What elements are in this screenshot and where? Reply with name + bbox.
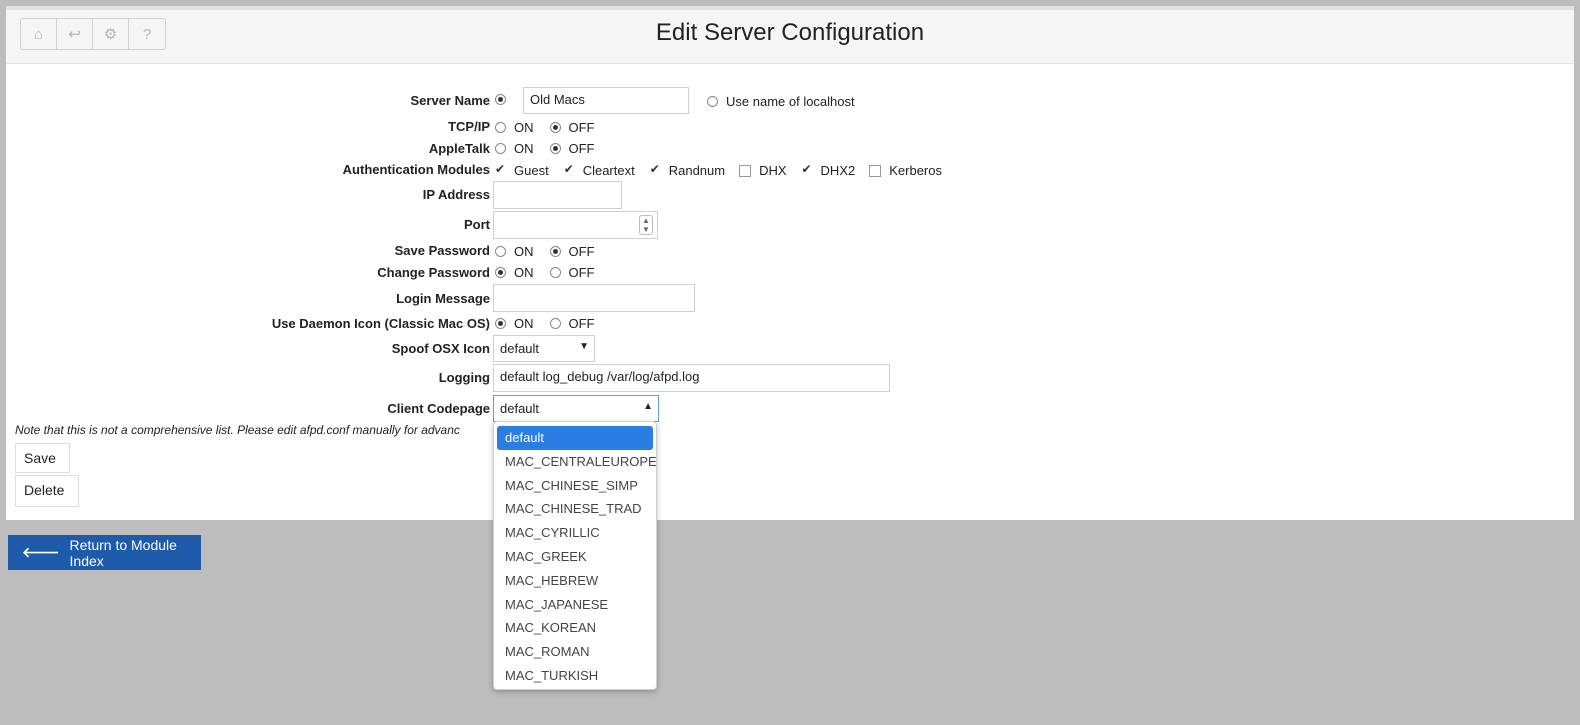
spoof-osx-icon-label: Spoof OSX Icon xyxy=(391,341,490,356)
server-name-radio[interactable] xyxy=(495,94,506,105)
main-panel: ⌂ ↩ ⚙ ? Edit Server Configuration xyxy=(6,6,1574,520)
caret-up-icon: ▲ xyxy=(643,401,653,412)
change-password-label: Change Password xyxy=(377,265,490,280)
auth-randnum-checkbox[interactable] xyxy=(648,162,661,177)
client-codepage-label: Client Codepage xyxy=(387,401,490,416)
auth-guest-label: Guest xyxy=(514,163,549,178)
codepage-option[interactable]: MAC_ROMAN xyxy=(497,640,653,664)
arrow-left-icon: 🡐 xyxy=(22,544,60,560)
auth-dhx2-label: DHX2 xyxy=(820,163,856,178)
save-button[interactable]: Save xyxy=(15,443,70,473)
use-localhost-label: Use name of localhost xyxy=(726,94,855,109)
save-password-on-label: ON xyxy=(514,244,534,259)
auth-randnum-label: Randnum xyxy=(668,163,726,178)
port-label: Port xyxy=(464,217,490,232)
change-password-on-radio[interactable] xyxy=(495,267,506,278)
tcpip-label: TCP/IP xyxy=(448,119,490,134)
tcpip-on-radio[interactable] xyxy=(495,122,506,133)
change-password-off-label: OFF xyxy=(568,265,595,280)
appletalk-on-label: ON xyxy=(514,141,534,156)
auth-kerberos-label: Kerberos xyxy=(889,163,942,178)
tcpip-on-label: ON xyxy=(514,120,534,135)
server-name-label: Server Name xyxy=(410,93,491,108)
login-message-label: Login Message xyxy=(396,291,490,306)
tcpip-off-label: OFF xyxy=(568,120,595,135)
spoof-osx-icon-value: default xyxy=(500,341,540,356)
daemon-icon-on-label: ON xyxy=(514,316,534,331)
auth-cleartext-label: Cleartext xyxy=(582,163,635,178)
codepage-option[interactable]: MAC_TURKISH xyxy=(497,664,653,688)
client-codepage-value: default xyxy=(500,401,540,416)
daemon-icon-off-radio[interactable] xyxy=(549,318,561,329)
auth-modules-label: Authentication Modules xyxy=(342,162,490,177)
appletalk-off-label: OFF xyxy=(568,141,595,156)
codepage-option[interactable]: MAC_CHINESE_SIMP xyxy=(497,474,653,498)
return-to-module-index-button[interactable]: 🡐 Return to Module Index xyxy=(8,535,201,570)
auth-dhx-label: DHX xyxy=(759,163,787,178)
logging-input[interactable]: default log_debug /var/log/afpd.log xyxy=(493,364,890,392)
appletalk-off-radio[interactable] xyxy=(549,143,561,154)
save-password-off-label: OFF xyxy=(568,244,595,259)
daemon-icon-label: Use Daemon Icon (Classic Mac OS) xyxy=(271,316,490,331)
ip-address-label: IP Address xyxy=(422,187,490,202)
caret-down-icon: ▼ xyxy=(579,341,589,352)
appletalk-label: AppleTalk xyxy=(428,141,490,156)
appletalk-on-radio[interactable] xyxy=(495,143,506,154)
use-localhost-radio[interactable] xyxy=(707,96,718,107)
codepage-option[interactable]: default xyxy=(497,426,653,450)
codepage-option[interactable]: MAC_CHINESE_TRAD xyxy=(497,497,653,521)
logging-label: Logging xyxy=(438,370,490,385)
auth-cleartext-checkbox[interactable] xyxy=(562,162,575,177)
auth-dhx-checkbox[interactable] xyxy=(739,164,752,177)
page-header: ⌂ ↩ ⚙ ? Edit Server Configuration xyxy=(6,10,1574,64)
codepage-option[interactable]: MAC_JAPANESE xyxy=(497,593,653,617)
auth-kerberos-checkbox[interactable] xyxy=(869,164,882,177)
return-label: Return to Module Index xyxy=(69,536,177,569)
change-password-on-label: ON xyxy=(514,265,534,280)
port-spinner[interactable]: ▲ ▼ xyxy=(639,215,653,235)
save-password-label: Save Password xyxy=(394,243,490,258)
tcpip-off-radio[interactable] xyxy=(549,122,561,133)
codepage-option[interactable]: MAC_GREEK xyxy=(497,545,653,569)
daemon-icon-on-radio[interactable] xyxy=(495,318,506,329)
ip-address-input[interactable] xyxy=(493,181,622,209)
daemon-icon-off-label: OFF xyxy=(568,316,595,331)
auth-dhx2-checkbox[interactable] xyxy=(800,162,813,177)
page-title: Edit Server Configuration xyxy=(655,19,925,46)
codepage-option[interactable]: MAC_CYRILLIC xyxy=(497,521,653,545)
spoof-osx-icon-select[interactable]: default ▼ xyxy=(493,335,595,362)
save-password-on-radio[interactable] xyxy=(495,246,506,257)
auth-guest-checkbox[interactable] xyxy=(494,162,506,177)
codepage-option[interactable]: MAC_HEBREW xyxy=(497,569,653,593)
note-text: Note that this is not a comprehensive li… xyxy=(15,423,460,437)
codepage-option[interactable]: MAC_CENTRALEUROPE xyxy=(497,450,657,474)
server-name-input[interactable]: Old Macs xyxy=(523,87,689,114)
port-input[interactable]: ▲ ▼ xyxy=(493,211,658,239)
client-codepage-select[interactable]: default ▲ xyxy=(493,395,659,422)
login-message-input[interactable] xyxy=(493,284,695,312)
delete-button[interactable]: Delete xyxy=(15,475,79,507)
codepage-option[interactable]: MAC_KOREAN xyxy=(497,616,653,640)
client-codepage-dropdown: default MAC_CENTRALEUROPE MAC_CHINESE_SI… xyxy=(493,421,657,690)
save-password-off-radio[interactable] xyxy=(549,246,561,257)
change-password-off-radio[interactable] xyxy=(549,267,561,278)
